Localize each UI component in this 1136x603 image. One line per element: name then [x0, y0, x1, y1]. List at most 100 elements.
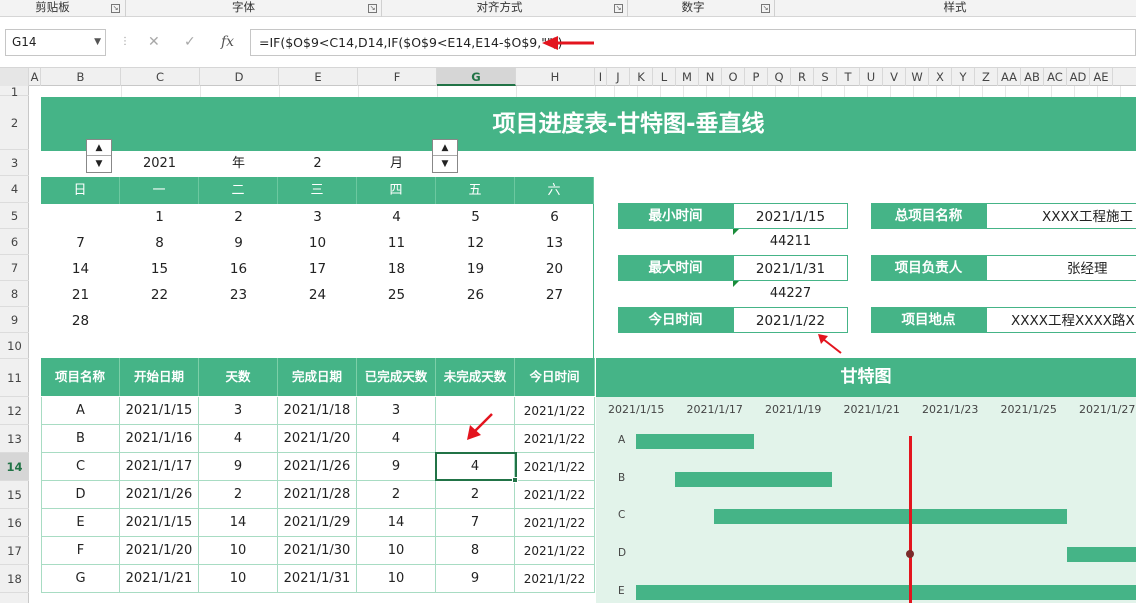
column-header-w[interactable]: W [906, 68, 929, 86]
row-header-10[interactable]: 10 [0, 333, 29, 359]
column-header-j[interactable]: J [607, 68, 630, 86]
table-cell[interactable]: 2021/1/20 [278, 425, 357, 453]
manager-value[interactable]: 张经理 [986, 255, 1136, 281]
column-header-b[interactable]: B [41, 68, 121, 86]
select-all-corner[interactable] [0, 68, 29, 86]
column-header-ab[interactable]: AB [1021, 68, 1044, 86]
calendar-day[interactable]: 10 [278, 230, 357, 256]
calendar-day[interactable]: 6 [515, 204, 594, 230]
column-header-l[interactable]: L [653, 68, 676, 86]
row-header-14[interactable]: 14 [0, 453, 29, 481]
row-header-4[interactable]: 4 [0, 176, 29, 203]
column-header-v[interactable]: V [883, 68, 906, 86]
column-header-u[interactable]: U [860, 68, 883, 86]
calendar-day[interactable]: 28 [41, 308, 120, 334]
column-header-s[interactable]: S [814, 68, 837, 86]
table-cell[interactable]: 10 [357, 537, 436, 565]
column-header-p[interactable]: P [745, 68, 768, 86]
calendar-day[interactable]: 5 [436, 204, 515, 230]
calendar-day[interactable]: 14 [41, 256, 120, 282]
table-cell[interactable]: 2021/1/22 [515, 537, 595, 565]
table-cell[interactable]: 2021/1/31 [278, 565, 357, 593]
column-header-f[interactable]: F [358, 68, 437, 86]
calendar-day[interactable]: 3 [278, 204, 357, 230]
column-header-r[interactable]: R [791, 68, 814, 86]
calendar-day[interactable]: 18 [357, 256, 436, 282]
calendar-day[interactable]: 7 [41, 230, 120, 256]
column-header-t[interactable]: T [837, 68, 860, 86]
column-header-a[interactable]: A [29, 68, 41, 86]
table-cell[interactable]: E [41, 509, 120, 537]
row-header-5[interactable]: 5 [0, 203, 29, 229]
column-header-e[interactable]: E [279, 68, 358, 86]
calendar-day[interactable]: 4 [357, 204, 436, 230]
row-header-6[interactable]: 6 [0, 229, 29, 255]
calendar-day[interactable]: 2 [199, 204, 278, 230]
calendar-day[interactable]: 1 [120, 204, 199, 230]
table-cell[interactable]: A [41, 397, 120, 425]
number-launcher-icon[interactable]: ↘ [761, 4, 770, 13]
table-cell[interactable]: 7 [436, 509, 515, 537]
table-cell[interactable]: 2 [199, 481, 278, 509]
column-header-ae[interactable]: AE [1090, 68, 1113, 86]
selected-cell-G14[interactable] [435, 452, 517, 481]
fill-handle[interactable] [512, 477, 518, 483]
calendar-day[interactable] [436, 308, 515, 334]
row-header-17[interactable]: 17 [0, 537, 29, 565]
calendar-day[interactable]: 26 [436, 282, 515, 308]
row-header-16[interactable]: 16 [0, 509, 29, 537]
table-cell[interactable]: 2021/1/15 [120, 397, 199, 425]
calendar-day[interactable]: 16 [199, 256, 278, 282]
column-header-q[interactable]: Q [768, 68, 791, 86]
table-cell[interactable]: 14 [357, 509, 436, 537]
column-header-k[interactable]: K [630, 68, 653, 86]
calendar-day[interactable] [199, 308, 278, 334]
gantt-bar[interactable] [675, 471, 832, 487]
table-cell[interactable]: 2021/1/18 [278, 397, 357, 425]
column-header-aa[interactable]: AA [998, 68, 1021, 86]
table-cell[interactable]: F [41, 537, 120, 565]
table-cell[interactable]: 9 [436, 565, 515, 593]
row-header-3[interactable]: 3 [0, 150, 29, 176]
row-header-18[interactable]: 18 [0, 565, 29, 593]
table-cell[interactable]: 2021/1/16 [120, 425, 199, 453]
calendar-day[interactable] [278, 308, 357, 334]
calendar-day[interactable]: 12 [436, 230, 515, 256]
table-cell[interactable]: 10 [199, 537, 278, 565]
table-cell[interactable]: 3 [199, 397, 278, 425]
calendar-day[interactable]: 19 [436, 256, 515, 282]
gantt-bar[interactable] [636, 434, 754, 449]
column-header-n[interactable]: N [699, 68, 722, 86]
spin-up-icon[interactable]: ▲ [433, 140, 457, 156]
calendar-day[interactable]: 11 [357, 230, 436, 256]
column-header-o[interactable]: O [722, 68, 745, 86]
clipboard-launcher-icon[interactable]: ↘ [111, 4, 120, 13]
max-time-serial[interactable]: 44227 [733, 281, 848, 307]
calendar-day[interactable]: 25 [357, 282, 436, 308]
table-cell[interactable]: 2021/1/21 [120, 565, 199, 593]
calendar-day[interactable]: 8 [120, 230, 199, 256]
spin-down-icon[interactable]: ▼ [87, 156, 111, 172]
table-cell[interactable]: 2021/1/29 [278, 509, 357, 537]
calendar-day[interactable] [41, 204, 120, 230]
project-name-value[interactable]: XXXX工程施工 [986, 203, 1136, 229]
chevron-down-icon[interactable]: ▼ [94, 30, 101, 55]
table-cell[interactable]: 4 [357, 425, 436, 453]
formula-input[interactable]: =IF($O$9<C14,D14,IF($O$9<E14,E14-$O$9,""… [250, 29, 1136, 56]
cancel-icon[interactable]: ✕ [148, 34, 160, 50]
gantt-bar[interactable] [1067, 547, 1136, 563]
table-cell[interactable]: 2021/1/20 [120, 537, 199, 565]
table-cell[interactable]: 2021/1/22 [515, 397, 595, 425]
calendar-day[interactable]: 23 [199, 282, 278, 308]
location-value[interactable]: XXXX工程XXXX路X [986, 307, 1136, 333]
calendar-day[interactable] [120, 308, 199, 334]
calendar-day[interactable]: 15 [120, 256, 199, 282]
table-cell[interactable]: 2021/1/26 [278, 453, 357, 481]
row-header-12[interactable]: 12 [0, 397, 29, 425]
calendar-day[interactable]: 17 [278, 256, 357, 282]
min-time-serial[interactable]: 44211 [733, 229, 848, 255]
table-cell[interactable]: 2 [357, 481, 436, 509]
table-cell[interactable]: C [41, 453, 120, 481]
max-time-value[interactable]: 2021/1/31 [733, 255, 848, 281]
calendar-day[interactable]: 20 [515, 256, 594, 282]
